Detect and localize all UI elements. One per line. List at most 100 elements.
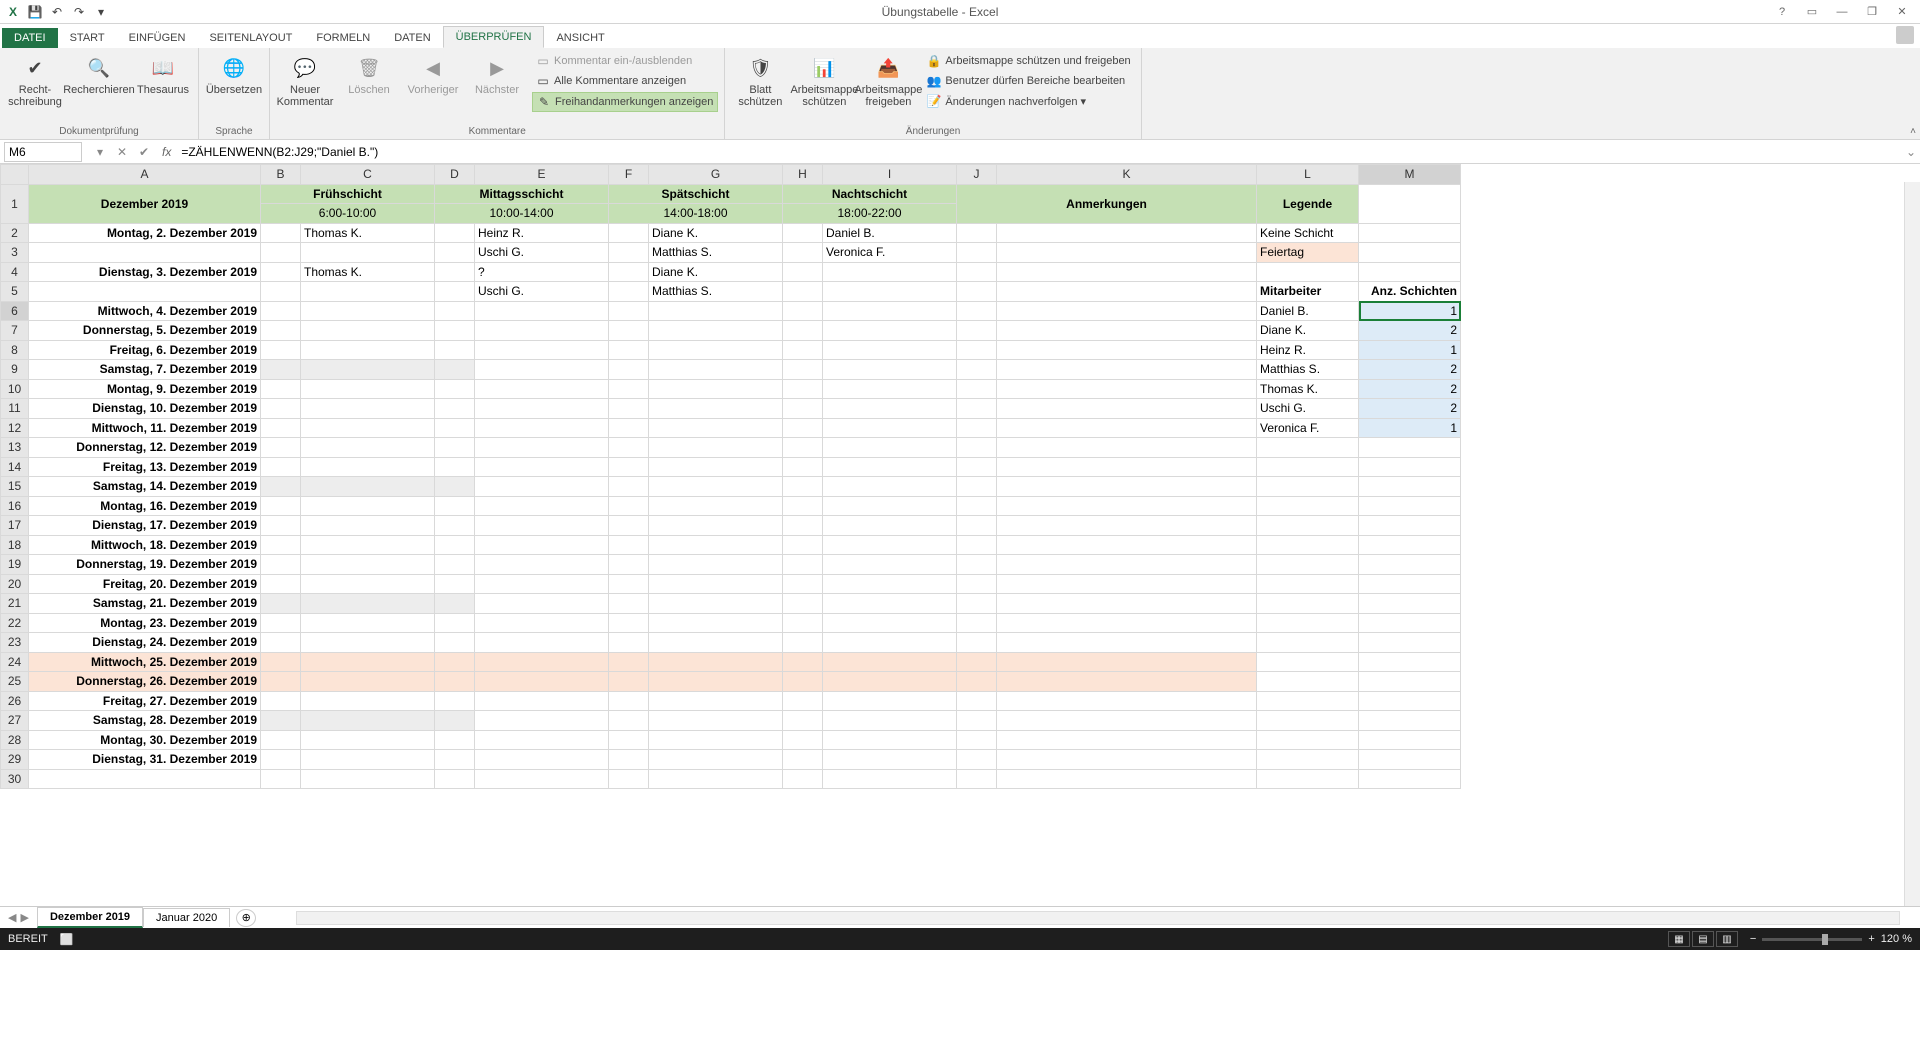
cell[interactable] <box>261 633 301 653</box>
cell[interactable] <box>783 769 823 789</box>
cell[interactable] <box>649 418 783 438</box>
cell[interactable] <box>609 769 649 789</box>
row-header[interactable]: 15 <box>1 477 29 497</box>
cell[interactable] <box>261 262 301 282</box>
cell[interactable] <box>783 711 823 731</box>
cell[interactable] <box>609 282 649 302</box>
cell[interactable] <box>435 633 475 653</box>
cell[interactable] <box>649 769 783 789</box>
cell[interactable] <box>649 477 783 497</box>
view-normal-icon[interactable]: ▦ <box>1668 931 1690 947</box>
cell[interactable]: Matthias S. <box>649 282 783 302</box>
cell[interactable] <box>435 555 475 575</box>
cell[interactable] <box>649 555 783 575</box>
cell[interactable] <box>783 535 823 555</box>
cell[interactable] <box>475 418 609 438</box>
cell[interactable] <box>649 301 783 321</box>
cell[interactable] <box>1257 672 1359 692</box>
cell[interactable] <box>301 750 435 770</box>
cell[interactable] <box>649 652 783 672</box>
cell[interactable] <box>783 750 823 770</box>
cell[interactable] <box>1359 652 1461 672</box>
cell[interactable] <box>1359 691 1461 711</box>
cell[interactable]: Keine Schicht <box>1257 223 1359 243</box>
cell[interactable] <box>783 438 823 458</box>
cell[interactable] <box>957 730 997 750</box>
cell[interactable] <box>29 243 261 263</box>
cell[interactable] <box>783 223 823 243</box>
cell[interactable] <box>475 321 609 341</box>
undo-icon[interactable]: ↶ <box>48 3 66 21</box>
cell[interactable] <box>609 301 649 321</box>
cell[interactable] <box>435 691 475 711</box>
cell[interactable] <box>475 301 609 321</box>
cell[interactable] <box>649 574 783 594</box>
cell[interactable] <box>261 223 301 243</box>
cell[interactable]: Freitag, 13. Dezember 2019 <box>29 457 261 477</box>
cell[interactable] <box>435 262 475 282</box>
macro-record-icon[interactable]: ⬜ <box>60 933 74 946</box>
cell[interactable] <box>435 379 475 399</box>
cell[interactable] <box>1359 730 1461 750</box>
cell[interactable] <box>823 574 957 594</box>
cell[interactable]: Freitag, 6. Dezember 2019 <box>29 340 261 360</box>
cell[interactable] <box>783 691 823 711</box>
cell[interactable] <box>823 730 957 750</box>
cell[interactable] <box>475 750 609 770</box>
cell[interactable] <box>823 418 957 438</box>
maximize-icon[interactable]: ❐ <box>1860 3 1884 21</box>
cell[interactable] <box>609 594 649 614</box>
cell[interactable] <box>997 379 1257 399</box>
cell[interactable] <box>261 438 301 458</box>
cell[interactable] <box>435 516 475 536</box>
cell[interactable] <box>997 555 1257 575</box>
cell[interactable] <box>1257 711 1359 731</box>
cell[interactable] <box>301 574 435 594</box>
uebersetzen-button[interactable]: 🌐Übersetzen <box>205 52 263 96</box>
cell[interactable]: Samstag, 28. Dezember 2019 <box>29 711 261 731</box>
col-header[interactable]: E <box>475 165 609 185</box>
cell[interactable] <box>609 321 649 341</box>
cell[interactable] <box>997 496 1257 516</box>
cell[interactable] <box>261 691 301 711</box>
row-header[interactable]: 13 <box>1 438 29 458</box>
cell[interactable]: 18:00-22:00 <box>783 204 957 224</box>
cell[interactable]: Diane K. <box>1257 321 1359 341</box>
cell[interactable]: Diane K. <box>649 262 783 282</box>
cell[interactable] <box>301 672 435 692</box>
cell[interactable]: Dienstag, 24. Dezember 2019 <box>29 633 261 653</box>
collapse-ribbon-icon[interactable]: ˄ <box>1910 126 1916 137</box>
cell[interactable] <box>435 496 475 516</box>
expand-formula-icon[interactable]: ⌄ <box>1902 145 1920 159</box>
cell[interactable]: Montag, 9. Dezember 2019 <box>29 379 261 399</box>
cell[interactable] <box>1257 477 1359 497</box>
cell[interactable] <box>1359 672 1461 692</box>
cell[interactable] <box>261 555 301 575</box>
cell[interactable] <box>823 769 957 789</box>
cell[interactable] <box>823 750 957 770</box>
cell[interactable] <box>823 516 957 536</box>
cell[interactable] <box>435 438 475 458</box>
close-icon[interactable]: ✕ <box>1890 3 1914 21</box>
cell[interactable] <box>957 282 997 302</box>
sheet-tab-dezember[interactable]: Dezember 2019 <box>37 907 143 928</box>
schuetzen-freigeben-button[interactable]: 🔒Arbeitsmappe schützen und freigeben <box>923 52 1134 70</box>
row-header[interactable]: 23 <box>1 633 29 653</box>
cell[interactable] <box>997 711 1257 731</box>
cell[interactable] <box>997 223 1257 243</box>
cell[interactable] <box>435 594 475 614</box>
col-header[interactable]: F <box>609 165 649 185</box>
cell[interactable] <box>957 769 997 789</box>
cell[interactable] <box>261 711 301 731</box>
row-header[interactable]: 16 <box>1 496 29 516</box>
col-header[interactable]: D <box>435 165 475 185</box>
cell[interactable] <box>783 574 823 594</box>
cell[interactable] <box>609 496 649 516</box>
help-icon[interactable]: ? <box>1770 3 1794 21</box>
cell[interactable] <box>609 360 649 380</box>
row-header[interactable]: 12 <box>1 418 29 438</box>
cell[interactable] <box>1359 633 1461 653</box>
cell[interactable] <box>823 652 957 672</box>
cell[interactable] <box>1359 594 1461 614</box>
cell[interactable] <box>301 438 435 458</box>
